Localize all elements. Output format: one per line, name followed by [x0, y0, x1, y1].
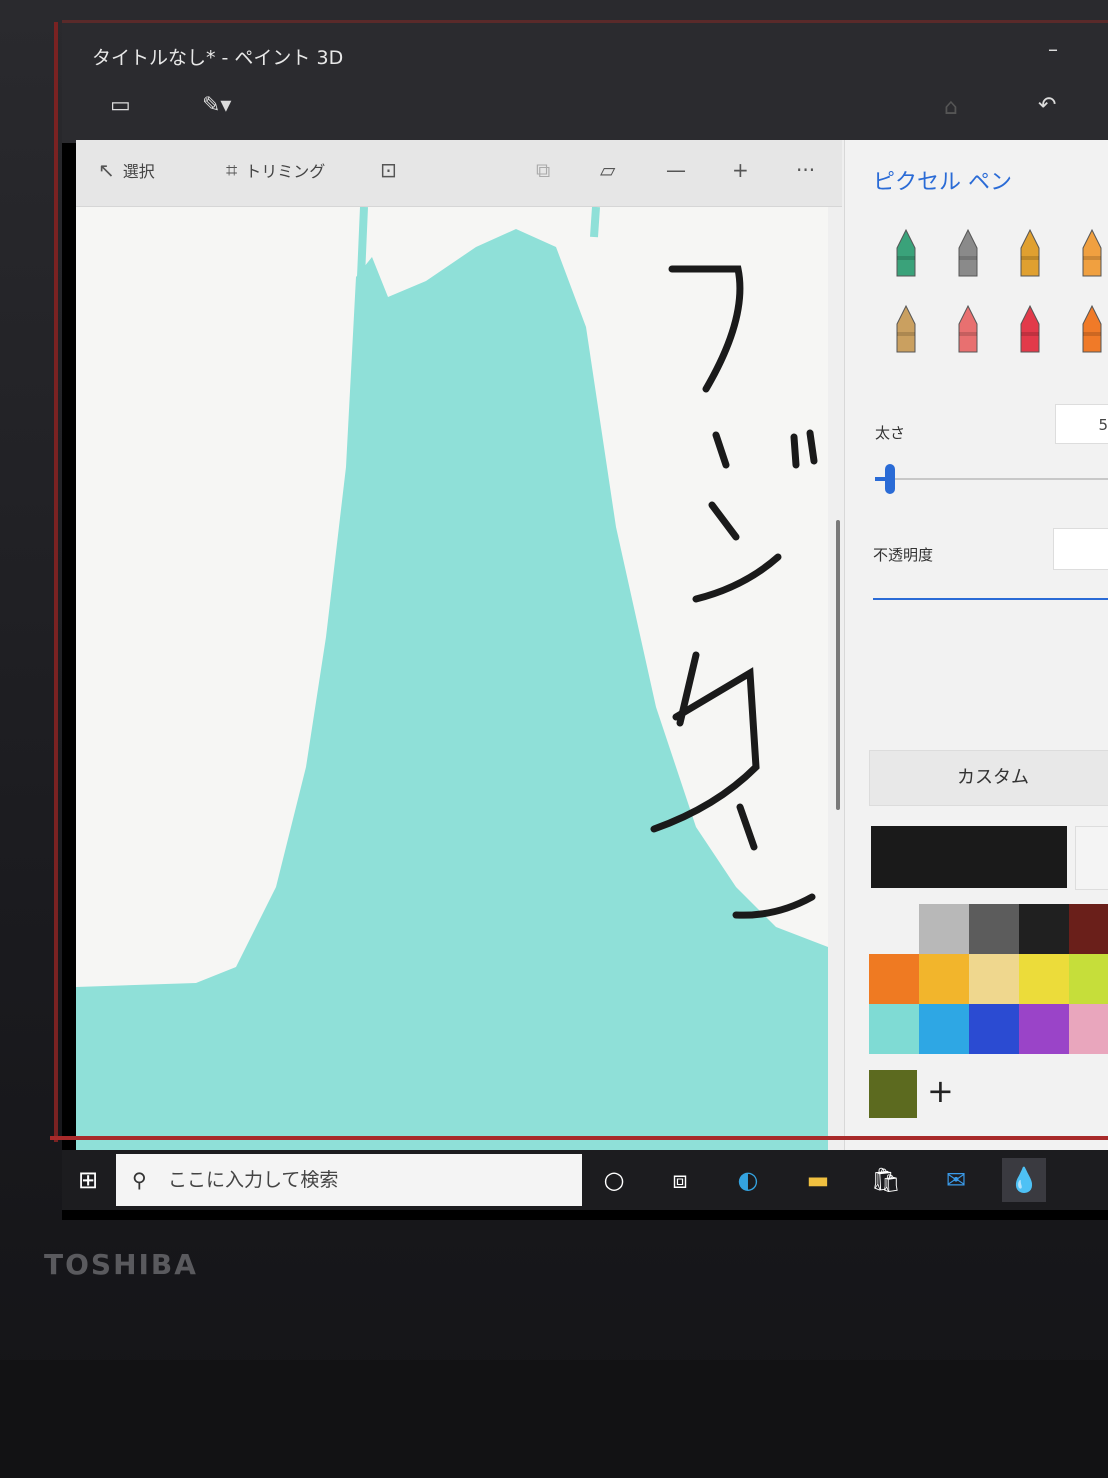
handwritten-text [650, 265, 818, 919]
watercolor-icon[interactable] [1075, 226, 1108, 282]
color-swatch[interactable] [969, 1004, 1019, 1054]
mail-icon[interactable]: ✉ [934, 1158, 978, 1202]
crop-icon: ⌗ [226, 158, 238, 182]
color-swatch[interactable] [869, 904, 919, 954]
select-tool[interactable]: ↖ 選択 [98, 158, 155, 182]
search-icon: ⚲ [132, 1168, 147, 1192]
minimize-button[interactable]: – [1048, 37, 1058, 61]
color-swatch[interactable] [919, 954, 969, 1004]
color-swatch[interactable] [869, 1004, 919, 1054]
undo-icon[interactable]: ↶ [1038, 93, 1056, 118]
screen: タイトルなし* - ペイント 3D – ▭ ✎▾ ⌂ ↶ ↖ 選択 ⌗ トリミン… [62, 20, 1108, 1220]
secondary-color-swatch[interactable] [1075, 826, 1108, 890]
color-swatch[interactable] [919, 1004, 969, 1054]
view-3d-icon[interactable]: ▱ [600, 158, 615, 182]
magic-select-icon[interactable]: ⊡ [380, 158, 397, 182]
search-box[interactable]: ⚲ ここに入力して検索 [116, 1154, 582, 1206]
color-swatch[interactable] [869, 954, 919, 1004]
paint3d-app: ↖ 選択 ⌗ トリミング ⊡ ⧉ ▱ — + ··· ピクセル ペン 太さ 5 … [76, 140, 1108, 1150]
vertical-scrollbar[interactable] [836, 520, 840, 810]
thickness-label: 太さ [875, 424, 906, 442]
taskbar: ⊞ ⚲ ここに入力して検索 ○ ⧈ ◐ ▬ 🛍 ✉ 💧 [62, 1150, 1108, 1210]
oil-brush-icon[interactable] [1013, 226, 1047, 282]
home-icon: ⌂ [944, 95, 958, 120]
color-swatch[interactable] [969, 904, 1019, 954]
brush-panel: ピクセル ペン 太さ 5 不透明度 カスタム + [844, 140, 1108, 1150]
search-placeholder: ここに入力して検索 [168, 1169, 339, 1191]
custom-color-swatch[interactable] [869, 1070, 917, 1118]
color-swatch[interactable] [1019, 1004, 1069, 1054]
title-bar: タイトルなし* - ペイント 3D – ▭ ✎▾ ⌂ ↶ [62, 20, 1108, 143]
brush-icon[interactable]: ✎▾ [202, 93, 231, 118]
folder-icon[interactable]: ▬ [796, 1158, 840, 1202]
pencil-icon[interactable] [889, 302, 923, 358]
windows-icon[interactable]: ⊞ [66, 1158, 110, 1202]
drawing-canvas[interactable] [76, 206, 828, 1150]
char-ji-dakuten [790, 429, 818, 469]
color-swatch[interactable] [1069, 904, 1108, 954]
edge-icon[interactable]: ◐ [726, 1158, 770, 1202]
opacity-label: 不透明度 [873, 546, 934, 564]
screen-edge-bottom [50, 1136, 1108, 1140]
laptop-hinge [0, 1360, 1108, 1478]
custom-color-button[interactable]: カスタム [869, 750, 1108, 806]
calligraphy-pen-icon[interactable] [951, 226, 985, 282]
color-swatch[interactable] [969, 954, 1019, 1004]
thickness-slider-thumb[interactable] [885, 464, 895, 494]
color-swatch[interactable] [919, 904, 969, 954]
sticker-icon: ⧉ [536, 158, 551, 182]
window-title: タイトルなし* - ペイント 3D [92, 47, 344, 69]
screen-edge-left [54, 22, 58, 1142]
panel-title: ピクセル ペン [873, 170, 1012, 195]
store-icon[interactable]: 🛍 [864, 1158, 908, 1202]
cortana-icon[interactable]: ○ [592, 1158, 636, 1202]
crop-label: トリミング [245, 162, 326, 181]
color-swatch[interactable] [1069, 1004, 1108, 1054]
crop-tool[interactable]: ⌗ トリミング [226, 158, 325, 182]
drawing-svg [76, 206, 828, 1150]
canvas-toolbar: ↖ 選択 ⌗ トリミング ⊡ ⧉ ▱ — + ··· [76, 140, 842, 207]
brand-logo: TOSHIBA [44, 1248, 198, 1281]
opacity-slider[interactable] [873, 598, 1108, 600]
color-palette [869, 904, 1108, 1054]
char-ji-2 [692, 553, 782, 603]
paint3d-icon[interactable]: 💧 [1002, 1158, 1046, 1202]
thickness-input[interactable]: 5 [1055, 404, 1108, 444]
opacity-input[interactable] [1053, 528, 1108, 570]
current-color-swatch[interactable] [871, 826, 1067, 888]
select-label: 選択 [122, 162, 155, 181]
taskview-icon[interactable]: ⧈ [658, 1158, 702, 1202]
char-fu [668, 265, 744, 393]
char-ji-1 [708, 431, 740, 541]
crayon-icon[interactable] [1013, 302, 1047, 358]
add-color-button[interactable]: + [927, 1072, 954, 1110]
color-swatch[interactable] [1019, 954, 1069, 1004]
zoom-in-button[interactable]: + [732, 158, 749, 182]
zoom-out-button[interactable]: — [666, 158, 686, 182]
color-swatch[interactable] [1019, 904, 1069, 954]
thickness-slider-track[interactable] [875, 478, 1108, 480]
color-swatch[interactable] [1069, 954, 1108, 1004]
eraser-icon[interactable] [951, 302, 985, 358]
more-button[interactable]: ··· [796, 158, 815, 182]
folder-icon[interactable]: ▭ [110, 93, 131, 118]
marker-icon[interactable] [889, 226, 923, 282]
spray-can-icon[interactable] [1075, 302, 1108, 358]
pointer-icon: ↖ [98, 158, 115, 182]
